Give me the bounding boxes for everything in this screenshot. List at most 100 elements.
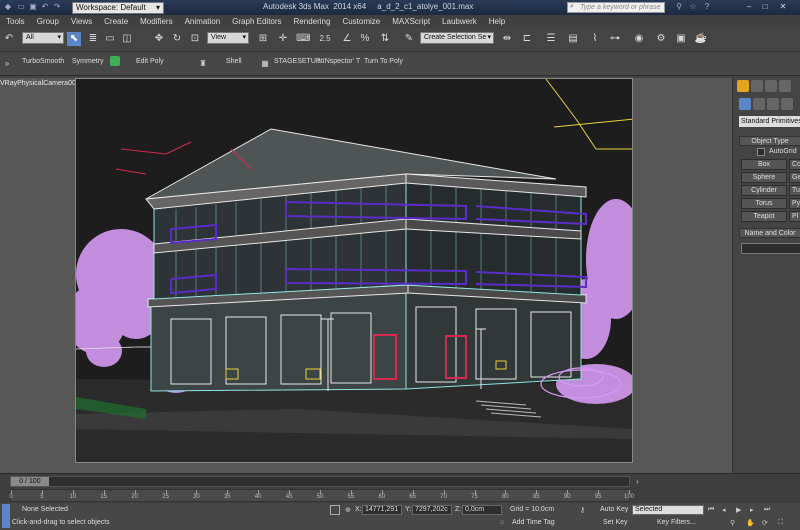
geosphere-button[interactable]: Ge [789, 172, 800, 183]
slider-right-arrow-icon[interactable]: › [636, 477, 639, 486]
select-by-name-icon[interactable]: ≣ [86, 32, 100, 46]
object-name-field[interactable] [741, 243, 800, 254]
search-input[interactable]: ⌕ Type a keyword or phrase [567, 2, 665, 13]
ribbon-stagesetup[interactable]: STAGESETUP [274, 58, 321, 65]
shapes-icon[interactable] [753, 98, 765, 110]
pivot-center-icon[interactable]: ⊞ [256, 32, 270, 46]
window-crossing-icon[interactable]: ◫ [120, 32, 134, 46]
schematic-view-icon[interactable]: ⊶ [608, 32, 622, 46]
y-coordinate-field[interactable]: 7297,202c [412, 505, 452, 515]
percent-snap-icon[interactable]: % [358, 32, 372, 46]
autogrid-checkbox[interactable] [757, 148, 765, 156]
maximize-icon[interactable]: □ [760, 2, 770, 12]
ribbon-stinspector[interactable]: 'stINspector' T [316, 58, 360, 65]
menu-graph-editors[interactable]: Graph Editors [226, 17, 287, 26]
create-tab-icon[interactable] [737, 80, 749, 92]
open-icon[interactable]: ▭ [16, 2, 26, 12]
box-button[interactable]: Box [741, 159, 787, 170]
plane-button[interactable]: Pl [789, 211, 800, 222]
add-time-tag[interactable]: Add Time Tag [512, 519, 555, 526]
curve-editor-icon[interactable]: ⌇ [588, 32, 602, 46]
sphere-button[interactable]: Sphere [741, 172, 787, 183]
save-icon[interactable]: ▣ [28, 2, 38, 12]
ribbon-turbosmooth[interactable]: TurboSmooth [22, 58, 64, 65]
time-tag-icon[interactable]: ⌂ [500, 519, 504, 526]
maxscript-listener-icon[interactable] [2, 504, 10, 528]
render-setup-icon[interactable]: ⚙ [654, 32, 668, 46]
maximize-viewport-icon[interactable]: ⛶ [778, 519, 783, 527]
menu-help[interactable]: Help [483, 17, 511, 26]
move-icon[interactable]: ✥ [152, 32, 166, 46]
name-color-rollout[interactable]: Name and Color [739, 228, 800, 238]
cone-button[interactable]: Co [789, 159, 800, 170]
track-bar[interactable]: 0 5 10 15 20 25 30 35 40 45 50 55 60 65 70 75 80 85 90 95 10… [9, 489, 634, 502]
zoom-icon[interactable]: ⚲ [730, 519, 735, 527]
spinner-snap-icon[interactable]: ⇅ [378, 32, 392, 46]
snap-toggle-icon[interactable]: 2.5 [318, 32, 332, 46]
absolute-mode-icon[interactable]: ⊕ [345, 506, 351, 514]
time-slider-thumb[interactable]: 0 / 100 [11, 477, 49, 486]
key-mode-dropdown[interactable]: Selected [632, 505, 704, 515]
workspace-dropdown[interactable]: Workspace: Default ▾ [72, 1, 164, 14]
orbit-icon[interactable]: ⟳ [762, 519, 768, 527]
pan-icon[interactable]: ✋ [746, 519, 755, 527]
auto-key-button[interactable]: Auto Key [600, 506, 628, 513]
close-icon[interactable]: ✕ [778, 2, 788, 12]
cameras-icon[interactable] [781, 98, 793, 110]
object-type-rollout[interactable]: Object Type [739, 136, 800, 146]
goto-end-icon[interactable]: ⏭ [764, 506, 770, 514]
ribbon-turn-to-poly[interactable]: Turn To Poly [364, 58, 403, 65]
material-editor-icon[interactable]: ◉ [632, 32, 646, 46]
time-slider[interactable]: 0 / 100 [10, 476, 630, 487]
goto-start-icon[interactable]: ⏮ [708, 506, 714, 514]
x-coordinate-field[interactable]: 14771,291 [362, 505, 402, 515]
z-coordinate-field[interactable]: 0,0cm [462, 505, 502, 515]
undo-toolbar-icon[interactable]: ↶ [2, 32, 16, 46]
ribbon-toggle-icon[interactable]: ▤ [566, 32, 580, 46]
menu-customize[interactable]: Customize [336, 17, 386, 26]
menu-modifiers[interactable]: Modifiers [134, 17, 178, 26]
edit-named-sets-icon[interactable]: ✎ [402, 32, 416, 46]
selection-filter-dropdown[interactable]: All ▾ [22, 32, 64, 44]
menu-create[interactable]: Create [98, 17, 134, 26]
rotate-icon[interactable]: ↻ [170, 32, 184, 46]
undo-icon[interactable]: ↶ [40, 2, 50, 12]
angle-snap-icon[interactable]: ∠ [340, 32, 354, 46]
menu-tools[interactable]: Tools [0, 17, 31, 26]
rect-selection-icon[interactable]: ▭ [103, 32, 117, 46]
tube-button[interactable]: Tu [789, 185, 800, 196]
keyboard-shortcut-icon[interactable]: ⌨ [296, 32, 310, 46]
play-icon[interactable]: ▶ [736, 506, 741, 514]
reference-coord-dropdown[interactable]: View ▾ [207, 32, 249, 44]
subscription-icon[interactable]: ☆ [688, 2, 698, 12]
named-selection-dropdown[interactable]: Create Selection Se ▾ [420, 32, 494, 44]
ribbon-collapse-icon[interactable]: » [0, 57, 14, 71]
pyramid-button[interactable]: Pyr [789, 198, 800, 209]
prev-frame-icon[interactable]: ◂ [722, 506, 726, 514]
menu-maxscript[interactable]: MAXScript [386, 17, 436, 26]
key-filters-button[interactable]: Key Filters... [657, 519, 696, 526]
app-icon[interactable]: ◆ [3, 2, 13, 12]
select-manipulate-icon[interactable]: ✛ [276, 32, 290, 46]
menu-animation[interactable]: Animation [179, 17, 227, 26]
binoculars-icon[interactable]: ⚲ [674, 2, 684, 12]
cylinder-button[interactable]: Cylinder [741, 185, 787, 196]
menu-rendering[interactable]: Rendering [288, 17, 337, 26]
select-object-icon[interactable]: ⬉ [67, 32, 81, 46]
next-frame-icon[interactable]: ▸ [750, 506, 754, 514]
primitive-category-dropdown[interactable]: Standard Primitives [739, 116, 800, 127]
teapot-button[interactable]: Teapot [741, 211, 787, 222]
lights-icon[interactable] [767, 98, 779, 110]
align-icon[interactable]: ⊏ [520, 32, 534, 46]
ribbon-shell[interactable]: Shell [226, 58, 242, 65]
menu-group[interactable]: Group [31, 17, 65, 26]
help-icon[interactable]: ? [702, 2, 712, 12]
scale-icon[interactable]: ⊡ [188, 32, 202, 46]
render-production-icon[interactable]: ☕ [694, 32, 708, 46]
geometry-icon[interactable] [739, 98, 751, 110]
ribbon-edit-poly[interactable]: Edit Poly [136, 58, 164, 65]
torus-button[interactable]: Torus [741, 198, 787, 209]
menu-laubwerk[interactable]: Laubwerk [436, 17, 483, 26]
menu-views[interactable]: Views [65, 17, 98, 26]
lock-selection-icon[interactable] [330, 505, 340, 515]
